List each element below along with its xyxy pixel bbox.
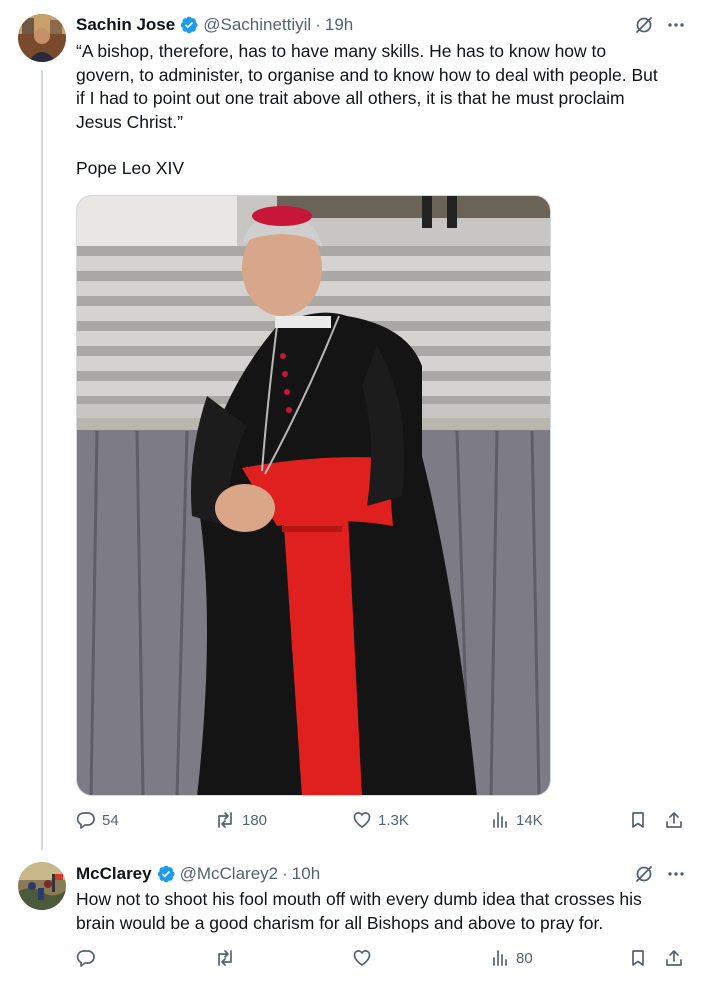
tweet-header-actions [634, 864, 686, 884]
tweet-text: How not to shoot his fool mouth off with… [76, 888, 688, 935]
tweet-2: McClarey @McClarey2 · 10h How not to sho… [0, 850, 704, 994]
bookmark-button[interactable] [628, 810, 648, 830]
author-handle[interactable]: @McClarey2 [180, 864, 279, 884]
repost-button[interactable] [214, 948, 236, 968]
share-button[interactable] [664, 810, 684, 830]
like-icon [352, 948, 372, 968]
tweet-header: Sachin Jose @Sachinettiyil · 19h [76, 13, 353, 37]
tweet-header-actions [634, 15, 686, 35]
bookmark-icon [628, 810, 648, 830]
separator-dot: · [282, 864, 288, 883]
thread-connector-line [41, 70, 43, 850]
verified-badge-icon [156, 864, 176, 884]
reply-button[interactable] [76, 948, 96, 968]
author-name[interactable]: Sachin Jose [76, 15, 175, 35]
tweet-text-line: brain would be a good charism for all Bi… [76, 912, 604, 933]
tweet-attribution: Pope Leo XIV [76, 158, 184, 178]
views-button[interactable]: 80 [490, 948, 533, 968]
views-count: 80 [516, 949, 533, 967]
reply-icon [76, 948, 96, 968]
verified-badge-icon [179, 15, 199, 35]
tweet-text-line: govern, to administer, to organise and t… [76, 64, 658, 85]
tweet-actions: 80 [76, 948, 688, 976]
repost-button[interactable]: 180 [214, 810, 267, 830]
reply-count: 54 [102, 811, 119, 829]
like-button[interactable]: 1.3K [352, 810, 409, 830]
views-icon [490, 948, 510, 968]
tweet-text-line: “A bishop, therefore, has to have many s… [76, 41, 607, 61]
bookmark-button[interactable] [628, 948, 648, 968]
tweet-text-line: if I had to point out one trait above al… [76, 88, 625, 108]
tweet-header: McClarey @McClarey2 · 10h [76, 862, 320, 886]
author-name[interactable]: McClarey [76, 864, 152, 884]
bookmark-icon [628, 948, 648, 968]
avatar-mcclarey[interactable] [18, 862, 66, 910]
tweet-timestamp[interactable]: 19h [325, 15, 353, 35]
grok-icon[interactable] [634, 864, 654, 884]
more-icon[interactable] [666, 15, 686, 35]
repost-icon [214, 810, 236, 830]
views-button[interactable]: 14K [490, 810, 543, 830]
tweet-text-line: How not to shoot his fool mouth off with… [76, 889, 642, 909]
author-handle[interactable]: @Sachinettiyil [203, 15, 311, 35]
tweet-1: Sachin Jose @Sachinettiyil · 19h “A bish… [0, 0, 704, 850]
separator-dot: · [315, 15, 321, 34]
views-icon [490, 810, 510, 830]
tweet-actions: 54 180 1.3K 14K [76, 810, 688, 838]
share-icon [664, 810, 684, 830]
share-button[interactable] [664, 948, 684, 968]
like-icon [352, 810, 372, 830]
reply-button[interactable]: 54 [76, 810, 119, 830]
reply-icon [76, 810, 96, 830]
repost-count: 180 [242, 811, 268, 829]
like-button[interactable] [352, 948, 372, 968]
tweet-photo[interactable] [76, 195, 551, 796]
views-count: 14K [516, 811, 543, 829]
tweet-text-line: Jesus Christ.” [76, 111, 183, 132]
tweet-timestamp[interactable]: 10h [292, 864, 320, 884]
share-icon [664, 948, 684, 968]
repost-icon [214, 948, 236, 968]
like-count: 1.3K [378, 811, 409, 829]
grok-icon[interactable] [634, 15, 654, 35]
more-icon[interactable] [666, 864, 686, 884]
avatar-sachin-jose[interactable] [18, 14, 66, 62]
tweet-text: “A bishop, therefore, has to have many s… [76, 40, 688, 181]
